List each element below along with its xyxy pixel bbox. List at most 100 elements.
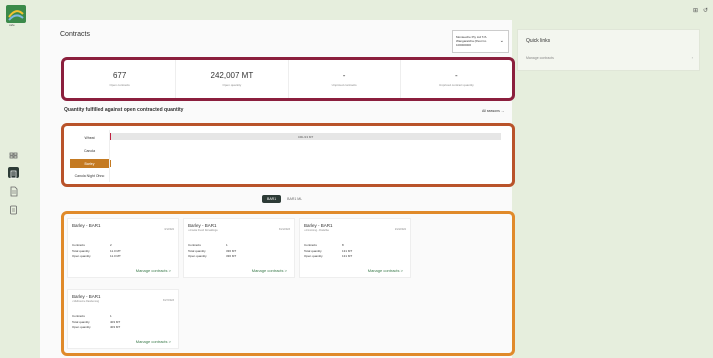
unit-toggle: BAR1 BAR1 ML bbox=[262, 195, 302, 203]
row-value: 336 MT bbox=[226, 254, 237, 258]
card-row-total: Total quantity 131 MT bbox=[304, 249, 364, 253]
card-row-open: Open quantity 11.0 MT bbox=[72, 254, 132, 258]
fulfilment-bar: CRL/13 MT bbox=[110, 133, 501, 140]
refresh-icon[interactable]: ↺ bbox=[703, 7, 708, 14]
organisation-select[interactable]: Monteeche Pty Ltd T/A Wangaratcha (Pest … bbox=[452, 30, 509, 53]
fulfilled-section-title: Quantity fulfilled against open contract… bbox=[64, 107, 184, 113]
row-label: Open quantity bbox=[304, 254, 323, 258]
manage-contracts-link[interactable]: Manage contracts > bbox=[136, 268, 171, 273]
card-title: Barley - BAR1 bbox=[188, 223, 217, 228]
card-row-contracts: Contracts 8 bbox=[304, 243, 364, 247]
stat-open-contracts: 677 Open contracts bbox=[64, 60, 177, 98]
row-value: 8 bbox=[342, 243, 344, 247]
main-content: Contracts Monteeche Pty Ltd T/A Wangarat… bbox=[40, 20, 515, 358]
card-location: • Armstrong - Rodelfse bbox=[304, 229, 330, 232]
row-label: Total quantity bbox=[304, 249, 322, 253]
quick-links-panel: Quick links Manage contracts › bbox=[517, 29, 700, 71]
stat-value: - bbox=[455, 71, 458, 80]
stat-label: Unpriced contracts bbox=[331, 83, 357, 87]
card-row-open: Open quantity 403 MT bbox=[72, 325, 132, 329]
row-label: Total quantity bbox=[72, 249, 90, 253]
row-value: 11.0 MT bbox=[110, 254, 121, 258]
row-label: Contracts bbox=[72, 243, 85, 247]
stat-open-quantity: 242,007 MT Open quantity bbox=[176, 60, 289, 98]
fulfilment-bar-label: CRL/13 MT bbox=[297, 134, 314, 139]
row-value: 131 MT bbox=[342, 254, 353, 258]
card-location: • Melbourne Dandenong bbox=[72, 300, 100, 303]
contract-stats: 677 Open contracts 242,007 MT Open quant… bbox=[61, 57, 515, 101]
quick-link-manage-contracts[interactable]: Manage contracts bbox=[526, 56, 554, 60]
crop-tab-wheat[interactable]: Wheat bbox=[70, 133, 109, 142]
row-value: 131 MT bbox=[342, 249, 353, 253]
contract-cards-panel: Barley - BAR1 3/1/2022 Contracts 2 Total … bbox=[61, 211, 515, 356]
row-label: Contracts bbox=[304, 243, 317, 247]
row-value: 403 MT bbox=[110, 325, 121, 329]
row-label: Total quantity bbox=[72, 320, 90, 324]
row-value: 403 MT bbox=[110, 320, 121, 324]
card-row-total: Total quantity 336 MT bbox=[188, 249, 248, 253]
card-date: 3/1/2022 bbox=[164, 228, 174, 231]
sidebar: cafe bbox=[0, 0, 30, 358]
contract-card: Barley - BAR1 • Amelia Fresh Donaldinga … bbox=[183, 218, 295, 278]
row-label: Open quantity bbox=[188, 254, 207, 258]
card-location: • Amelia Fresh Donaldinga bbox=[188, 229, 218, 232]
contract-card: Barley - BAR1 • Melbourne Dandenong 3/27… bbox=[67, 289, 179, 349]
contract-card: Barley - BAR1 • Armstrong - Rodelfse 2/2… bbox=[299, 218, 411, 278]
card-row-total: Total quantity 403 MT bbox=[72, 320, 132, 324]
row-value: 1 bbox=[110, 314, 112, 318]
crop-tab-canola[interactable]: Canola bbox=[70, 146, 109, 155]
row-value: 1 bbox=[226, 243, 228, 247]
stat-label: Unpriced contract quantity bbox=[438, 83, 474, 87]
contract-icon[interactable] bbox=[8, 167, 19, 179]
org-line-3: 100000000 bbox=[456, 43, 472, 47]
row-value: 336 MT bbox=[226, 249, 237, 253]
contract-card: Barley - BAR1 3/1/2022 Contracts 2 Total … bbox=[67, 218, 179, 278]
all-seasons-link[interactable]: All seasons → bbox=[482, 109, 504, 113]
row-value: 11.0 MT bbox=[110, 249, 121, 253]
manage-contracts-link[interactable]: Manage contracts > bbox=[368, 268, 403, 273]
logo-text: cafe bbox=[9, 23, 15, 27]
stat-label: Open contracts bbox=[109, 83, 130, 87]
barley-bar-fill bbox=[110, 160, 111, 167]
manage-contracts-link[interactable]: Manage contracts > bbox=[252, 268, 287, 273]
card-row-contracts: Contracts 1 bbox=[188, 243, 248, 247]
manage-contracts-link[interactable]: Manage contracts > bbox=[136, 339, 171, 344]
stat-unpriced-quantity: - Unpriced contract quantity bbox=[401, 60, 512, 98]
document-icon[interactable] bbox=[8, 186, 19, 197]
stat-value: - bbox=[342, 71, 346, 80]
card-title: Barley - BAR1 bbox=[304, 223, 333, 228]
card-date: 3/27/2023 bbox=[162, 299, 174, 302]
row-value: 2 bbox=[110, 243, 112, 247]
card-date: 3/21/2023 bbox=[278, 228, 290, 231]
card-title: Barley - BAR1 bbox=[72, 294, 101, 299]
card-row-contracts: Contracts 2 bbox=[72, 243, 132, 247]
row-label: Open quantity bbox=[72, 325, 91, 329]
crop-tab-barley[interactable]: Barley bbox=[70, 159, 109, 168]
row-label: Contracts bbox=[188, 243, 201, 247]
quick-links-title: Quick links bbox=[526, 38, 551, 44]
row-label: Total quantity bbox=[188, 249, 206, 253]
row-label: Open quantity bbox=[72, 254, 91, 258]
unit-toggle-inactive[interactable]: BAR1 ML bbox=[287, 197, 302, 201]
stat-unpriced-contracts: - Unpriced contracts bbox=[289, 60, 401, 98]
chevron-down-icon: ⌄ bbox=[499, 38, 504, 44]
grid-icon[interactable] bbox=[8, 150, 19, 161]
app-logo[interactable] bbox=[6, 5, 26, 23]
apps-grid-icon[interactable]: ⊞ bbox=[693, 7, 698, 14]
stat-value: 677 bbox=[112, 71, 127, 80]
row-label: Contracts bbox=[72, 314, 85, 318]
unit-toggle-active[interactable]: BAR1 bbox=[262, 195, 282, 203]
clipboard-icon[interactable] bbox=[8, 204, 19, 215]
stat-label: Open quantity bbox=[222, 83, 242, 87]
crop-tab-canola-night[interactable]: Canola Night Ohno bbox=[70, 171, 109, 180]
card-row-open: Open quantity 131 MT bbox=[304, 254, 364, 258]
card-row-open: Open quantity 336 MT bbox=[188, 254, 248, 258]
fulfilment-bar-fill bbox=[110, 133, 111, 140]
card-title: Barley - BAR1 bbox=[72, 223, 101, 228]
page-title: Contracts bbox=[60, 31, 90, 38]
card-row-contracts: Contracts 1 bbox=[72, 314, 132, 318]
card-row-total: Total quantity 11.0 MT bbox=[72, 249, 132, 253]
chevron-right-icon: › bbox=[691, 55, 693, 60]
card-date: 2/24/2022 bbox=[394, 228, 406, 231]
stat-value: 242,007 MT bbox=[210, 71, 254, 80]
